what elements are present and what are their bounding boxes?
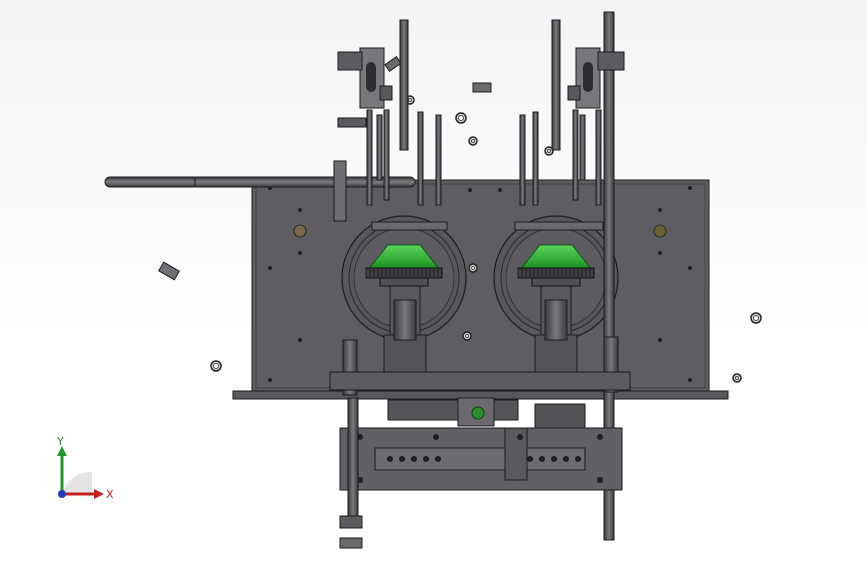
slot-hole bbox=[423, 456, 429, 462]
bolt-hole bbox=[658, 208, 662, 212]
guide-rod bbox=[366, 109, 373, 206]
floating-wedge-part[interactable] bbox=[158, 261, 180, 281]
back-plate[interactable] bbox=[251, 179, 710, 393]
slot-hole bbox=[539, 456, 545, 462]
machine-assembly-model[interactable] bbox=[0, 0, 867, 562]
left-top-clamp[interactable] bbox=[337, 47, 393, 109]
bolt-hole bbox=[688, 186, 692, 190]
left-side-post[interactable] bbox=[333, 160, 347, 222]
washer-hole bbox=[458, 115, 464, 121]
guide-rod bbox=[532, 111, 539, 206]
right-top-clamp[interactable] bbox=[567, 47, 625, 109]
z-axis-dot bbox=[58, 490, 66, 498]
slot-hole bbox=[527, 456, 533, 462]
slot-hole bbox=[387, 456, 393, 462]
slot-hole bbox=[411, 456, 417, 462]
washer-hole bbox=[408, 98, 412, 102]
bolt-hole bbox=[468, 188, 472, 192]
bolt-hole bbox=[298, 251, 302, 255]
left-spindle-column[interactable] bbox=[383, 279, 427, 376]
guide-rod bbox=[572, 109, 579, 201]
mount-hole bbox=[517, 434, 523, 440]
bolt-hole bbox=[268, 378, 272, 382]
left-top-screw[interactable] bbox=[399, 19, 409, 151]
floating-pin-part[interactable] bbox=[384, 56, 402, 72]
slot-hole bbox=[551, 456, 557, 462]
bolt-hole bbox=[298, 338, 302, 342]
slot-hole bbox=[399, 456, 405, 462]
slot-hole bbox=[435, 456, 441, 462]
x-axis-label: X bbox=[106, 488, 114, 501]
cad-graphics-viewport[interactable]: Y X bbox=[0, 0, 867, 562]
lower-carriage-assembly[interactable] bbox=[329, 371, 631, 491]
guide-rod bbox=[579, 114, 586, 181]
bolt-hole bbox=[688, 378, 692, 382]
x-axis-arrow bbox=[94, 489, 104, 499]
mount-hole bbox=[597, 477, 603, 483]
washer-hole bbox=[735, 376, 739, 380]
slot-hole bbox=[575, 456, 581, 462]
washer-hole bbox=[471, 266, 475, 270]
right-top-screw[interactable] bbox=[551, 19, 561, 151]
right-bushing bbox=[653, 224, 667, 238]
bolt-hole bbox=[298, 208, 302, 212]
bolt-hole bbox=[688, 266, 692, 270]
left-bushing bbox=[293, 224, 307, 238]
small-bracket-part[interactable] bbox=[337, 117, 367, 128]
guide-rod bbox=[435, 114, 442, 206]
guide-rod bbox=[383, 109, 390, 201]
bolt-hole bbox=[498, 188, 502, 192]
washer-hole bbox=[753, 315, 759, 321]
y-axis-label: Y bbox=[56, 436, 64, 448]
mount-hole bbox=[433, 434, 439, 440]
bolt-hole bbox=[268, 266, 272, 270]
left-bridge-bracket[interactable] bbox=[371, 221, 448, 231]
right-spindle-column[interactable] bbox=[534, 279, 578, 376]
floating-block-part[interactable] bbox=[472, 82, 492, 93]
washer-hole bbox=[213, 363, 219, 369]
bolt-hole bbox=[658, 251, 662, 255]
washer-hole bbox=[471, 139, 475, 143]
coordinate-triad: Y X bbox=[56, 436, 114, 501]
guide-rod bbox=[519, 114, 526, 206]
washer-hole bbox=[465, 334, 469, 338]
slot-hole bbox=[563, 456, 569, 462]
guide-rod bbox=[595, 109, 602, 206]
bolt-hole bbox=[658, 338, 662, 342]
mount-hole bbox=[597, 434, 603, 440]
washer-hole bbox=[547, 149, 551, 153]
guide-rod bbox=[376, 114, 383, 181]
right-bridge-bracket[interactable] bbox=[514, 221, 604, 231]
guide-rod bbox=[417, 111, 424, 206]
